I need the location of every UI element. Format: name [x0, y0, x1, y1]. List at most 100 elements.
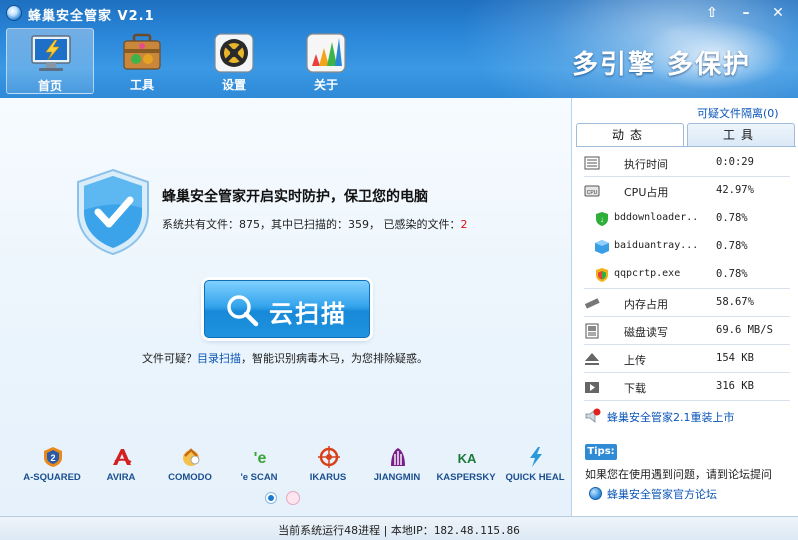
row-label: bddownloader..: [614, 212, 699, 223]
row-cpu: CPU CPU占用 42.97%: [576, 178, 796, 204]
tab-divider: [576, 146, 796, 147]
infected-count[interactable]: 2: [461, 218, 468, 231]
engine-list: 2 A-SQUARED AVIRA COMODO 'e 'e SCAN IKAR…: [16, 444, 565, 490]
quick-heal-logo-icon: [530, 447, 542, 467]
cloud-scan-button[interactable]: 云扫描: [204, 280, 370, 338]
row-process[interactable]: ↓ bddownloader.. 0.78%: [576, 206, 796, 232]
svg-text:2: 2: [50, 453, 55, 463]
svg-text:↓: ↓: [600, 215, 604, 224]
news-text: 蜂巢安全管家2.1重装上市: [607, 411, 735, 424]
row-value: 316 KB: [716, 380, 754, 392]
engine-quick-heal[interactable]: QUICK HEAL: [499, 444, 571, 490]
ikarus-logo-icon: [318, 446, 340, 468]
status-text: 当前系统运行48进程 | 本地IP：182.48.115.86: [0, 522, 798, 538]
row-label: 下载: [624, 382, 646, 395]
memory-icon: [584, 298, 600, 309]
monitor-lightning-icon: [31, 35, 71, 71]
cpu-icon: CPU: [584, 185, 600, 197]
row-value: 0.78%: [716, 212, 748, 224]
nav-about[interactable]: 关于: [282, 28, 370, 94]
protection-headline: 蜂巢安全管家开启实时防护，保卫您的电脑: [162, 189, 428, 205]
directory-scan-link[interactable]: 目录扫描: [197, 352, 241, 365]
svg-text:KA: KA: [458, 451, 477, 466]
header: 蜂巢安全管家 V2.1 ⇧ – ✕ 首页 工具 设置 关于 多引擎 多保护: [0, 0, 798, 98]
nav-settings[interactable]: 设置: [190, 28, 278, 94]
file-stats-text: 系统共有文件：875，其中已扫描的：359， 已感染的文件：: [162, 218, 461, 231]
globe-icon: [589, 487, 602, 500]
main-panel: 蜂巢安全管家开启实时防护，保卫您的电脑 系统共有文件：875，其中已扫描的：35…: [0, 98, 572, 516]
nav-home[interactable]: 首页: [6, 28, 94, 94]
status-prefix: 当前系统运行48进程 | 本地IP：: [278, 524, 434, 537]
engine-name: JIANGMIN: [373, 472, 421, 483]
row-label: CPU占用: [624, 186, 669, 199]
app-title: 蜂巢安全管家 V2.1: [28, 9, 155, 24]
row-label: baiduantray...: [614, 240, 699, 251]
row-label: 内存占用: [624, 298, 668, 311]
pager-dot[interactable]: [286, 491, 300, 505]
row-upload: 上传 154 KB: [576, 346, 796, 372]
toolbox-icon: [123, 33, 161, 70]
about-chart-icon: [306, 33, 346, 73]
row-value: 58.67%: [716, 296, 754, 308]
row-value: 0.78%: [716, 240, 748, 252]
row-run-time: 执行时间 0:0:29: [576, 150, 796, 176]
engine-escan[interactable]: 'e 'e SCAN: [223, 444, 295, 490]
engine-kaspersky[interactable]: KA KASPERSKY: [430, 444, 502, 490]
title-bar[interactable]: 蜂巢安全管家 V2.1 ⇧ – ✕: [0, 0, 798, 26]
green-shield-icon: ↓: [596, 212, 608, 226]
download-icon: [585, 382, 599, 393]
row-label: 执行时间: [624, 158, 668, 171]
scan-hint: 文件可疑？目录扫描，智能识别病毒木马，为您排除疑惑。: [142, 350, 428, 366]
app-logo-icon: [6, 5, 22, 21]
row-download: 下载 316 KB: [576, 374, 796, 400]
nav-settings-label: 设置: [221, 78, 246, 92]
row-value: 69.6 MB/S: [716, 324, 773, 336]
row-separator: [584, 344, 790, 345]
escan-logo-icon: 'e: [254, 450, 267, 467]
row-process[interactable]: baiduantray... 0.78%: [576, 234, 796, 260]
file-stats: 系统共有文件：875，其中已扫描的：359， 已感染的文件：2: [162, 216, 468, 232]
row-value: 0.78%: [716, 268, 748, 280]
svg-text:'e: 'e: [254, 450, 267, 467]
hint-suffix: ，智能识别病毒木马，为您排除疑惑。: [241, 352, 428, 365]
row-label: 磁盘读写: [624, 326, 668, 339]
close-button[interactable]: ✕: [766, 3, 790, 23]
jiangmin-logo-icon: [391, 448, 405, 466]
engine-name: QUICK HEAL: [505, 472, 565, 483]
row-separator: [584, 288, 790, 289]
kaspersky-logo-icon: KA: [458, 451, 477, 466]
engine-name: KASPERSKY: [436, 472, 496, 483]
side-tabs: 动态 工具: [576, 123, 796, 147]
a-squared-logo-icon: 2: [44, 447, 62, 467]
row-separator: [584, 316, 790, 317]
engine-name: COMODO: [168, 472, 212, 483]
tips-text: 如果您在使用遇到问题，请到论坛提问: [585, 468, 772, 481]
pager-dot-active[interactable]: [266, 493, 276, 503]
engine-a-squared[interactable]: 2 A-SQUARED: [16, 444, 88, 490]
row-value: 42.97%: [716, 184, 754, 196]
comodo-logo-icon: [183, 448, 200, 466]
engine-jiangmin[interactable]: JIANGMIN: [361, 444, 433, 490]
shield-check-icon: [77, 168, 149, 256]
engine-ikarus[interactable]: IKARUS: [292, 444, 364, 490]
pin-button[interactable]: ⇧: [700, 3, 724, 23]
status-bar: 当前系统运行48进程 | 本地IP：182.48.115.86: [0, 516, 798, 540]
avira-logo-icon: [113, 449, 132, 465]
tab-dynamic[interactable]: 动态: [576, 123, 684, 147]
blue-cube-icon: [595, 240, 609, 254]
engine-avira[interactable]: AVIRA: [85, 444, 157, 490]
row-process[interactable]: qqpcrtp.exe 0.78%: [576, 262, 796, 288]
engine-comodo[interactable]: COMODO: [154, 444, 226, 490]
forum-link-text: 蜂巢安全管家官方论坛: [607, 488, 717, 501]
nav-about-label: 关于: [313, 78, 338, 92]
row-separator: [584, 372, 790, 373]
minimize-button[interactable]: –: [734, 3, 758, 23]
engine-name: IKARUS: [309, 472, 347, 483]
nav-tools[interactable]: 工具: [98, 28, 186, 94]
row-separator: [584, 400, 790, 401]
tab-tools[interactable]: 工具: [687, 123, 795, 147]
gear-settings-icon: [214, 33, 254, 73]
quarantine-link[interactable]: 可疑文件隔离(0): [697, 105, 779, 121]
engine-name: A-SQUARED: [23, 472, 81, 483]
side-panel: 可疑文件隔离(0) 动态 工具 执行时间 0:0:29 CPU CPU占用 42…: [573, 98, 798, 516]
